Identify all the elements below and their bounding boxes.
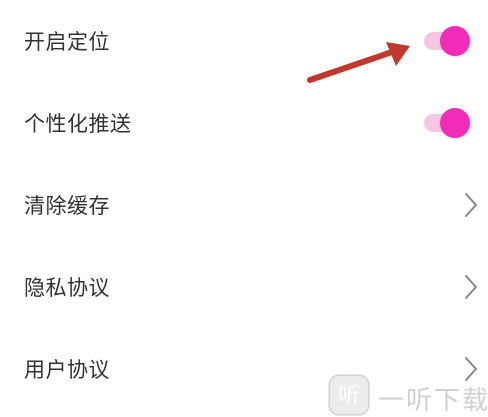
chevron-right-icon xyxy=(465,275,477,299)
setting-row-clear-cache[interactable]: 清除缓存 xyxy=(0,164,488,246)
setting-label-location: 开启定位 xyxy=(24,30,110,54)
watermark-text: 一听下载 xyxy=(378,386,488,416)
personalized-push-toggle[interactable] xyxy=(420,108,470,138)
setting-label-user-agreement: 用户协议 xyxy=(24,358,110,382)
setting-row-privacy-agreement[interactable]: 隐私协议 xyxy=(0,246,488,328)
annotation-arrow-icon xyxy=(307,42,410,83)
watermark: 听 一听下载 xyxy=(328,372,488,417)
setting-label-privacy-agreement: 隐私协议 xyxy=(24,276,110,300)
setting-label-clear-cache: 清除缓存 xyxy=(24,194,110,218)
location-toggle[interactable] xyxy=(420,26,470,56)
toggle-thumb xyxy=(440,108,470,138)
toggle-thumb xyxy=(440,26,470,56)
watermark-logo-glyph: 听 xyxy=(338,384,360,409)
setting-label-personalized-push: 个性化推送 xyxy=(24,112,132,136)
chevron-right-icon xyxy=(465,193,477,217)
watermark-logo-icon: 听 xyxy=(328,374,370,416)
setting-row-personalized-push[interactable]: 个性化推送 xyxy=(0,82,488,164)
